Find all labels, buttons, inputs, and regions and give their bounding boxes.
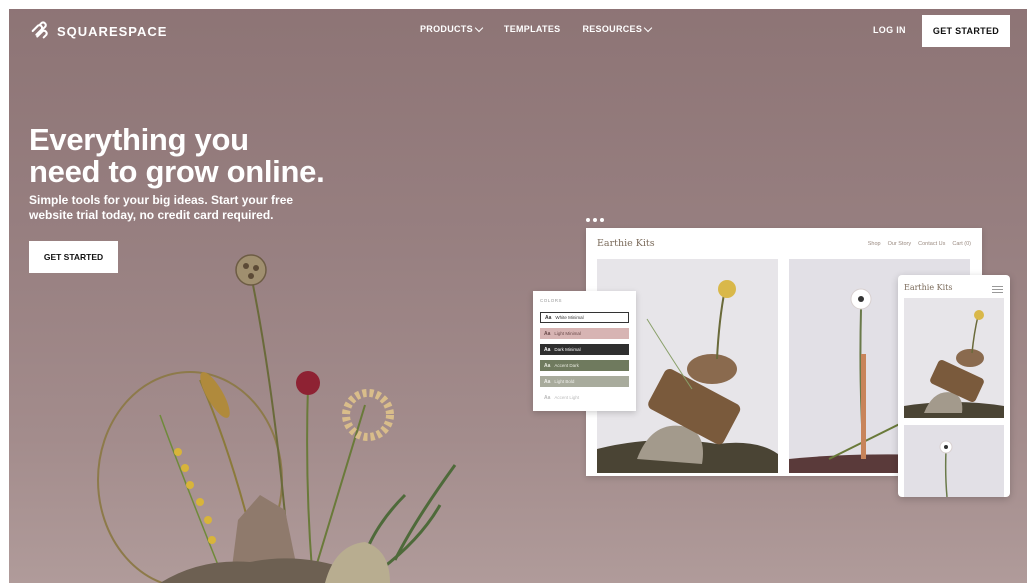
login-link[interactable]: LOG IN	[873, 25, 906, 35]
hero-title: Everything you need to grow online.	[29, 124, 359, 188]
website-preview-mobile: Earthie Kits	[898, 275, 1010, 497]
swatch-name: Light Bold	[554, 379, 575, 384]
swatch-glyph: Aa	[544, 330, 551, 337]
swatch-name: Accent Dark	[554, 363, 579, 368]
logo-text: SQUARESPACE	[57, 23, 168, 39]
color-swatch-light-bold[interactable]: Aa Light Bold	[540, 376, 629, 387]
preview-nav-cart: Cart (0)	[952, 241, 971, 247]
squarespace-logo-icon	[31, 21, 48, 39]
swatch-glyph: Aa	[544, 378, 551, 385]
nav-resources[interactable]: RESOURCES	[582, 23, 653, 34]
nav-templates-label: TEMPLATES	[503, 24, 561, 34]
mobile-product-image-2	[904, 425, 1004, 497]
swatch-name: Light Minimal	[554, 331, 581, 336]
floral-arrangement-image	[97, 254, 457, 583]
hero-subtitle-line-1: Simple tools for your big ideas. Start y…	[29, 193, 294, 207]
chevron-down-icon	[643, 23, 653, 32]
hamburger-menu-icon	[992, 286, 1003, 295]
color-swatch-light-minimal[interactable]: Aa Light Minimal	[540, 328, 629, 339]
top-nav: SQUARESPACE PRODUCTS TEMPLATES RESOURCES…	[9, 9, 1027, 53]
hero-subtitle: Simple tools for your big ideas. Start y…	[29, 193, 299, 223]
swatch-name: Dark Minimal	[554, 347, 581, 352]
nav-get-started-button[interactable]: GET STARTED	[922, 15, 1010, 47]
color-swatch-dark-minimal[interactable]: Aa Dark Minimal	[540, 344, 629, 355]
mobile-site-title: Earthie Kits	[904, 283, 953, 292]
nav-templates[interactable]: TEMPLATES	[504, 24, 561, 34]
color-swatch-white-minimal[interactable]: Aa White Minimal	[540, 312, 629, 323]
nav-products-label: PRODUCTS	[420, 24, 473, 34]
colors-panel-label: COLORS	[540, 298, 563, 303]
page-left-border	[0, 0, 9, 583]
chevron-down-icon	[474, 23, 484, 32]
hero-subtitle-line-2: website trial today, no credit card requ…	[29, 208, 274, 222]
swatch-name: Accent Light	[554, 395, 580, 400]
swatch-name: White Minimal	[555, 315, 584, 320]
swatch-glyph: Aa	[544, 394, 551, 401]
squarespace-logo[interactable]: SQUARESPACE	[29, 20, 167, 42]
colors-panel: COLORS Aa White Minimal Aa Light Minimal…	[533, 291, 636, 411]
color-swatch-accent-dark[interactable]: Aa Accent Dark	[540, 360, 629, 371]
nav-resources-label: RESOURCES	[582, 24, 643, 34]
color-swatch-accent-light[interactable]: Aa Accent Light	[540, 392, 629, 403]
browser-dots	[586, 218, 604, 222]
page-top-border	[0, 0, 1027, 9]
preview-nav-shop: Shop	[867, 241, 881, 247]
swatch-glyph: Aa	[545, 314, 552, 321]
mobile-product-image-1	[904, 298, 1004, 418]
hero-title-line-2: need to grow online.	[29, 154, 325, 189]
preview-nav-our-story: Our Story	[887, 241, 912, 247]
swatch-glyph: Aa	[544, 346, 551, 353]
nav-products[interactable]: PRODUCTS	[420, 23, 484, 34]
preview-site-title: Earthie Kits	[597, 238, 655, 249]
main-menu: PRODUCTS TEMPLATES RESOURCES	[420, 23, 653, 34]
preview-site-nav: Shop Our Story Contact Us Cart (0)	[868, 241, 971, 247]
swatch-glyph: Aa	[544, 362, 551, 369]
hero-title-line-1: Everything you	[29, 122, 249, 157]
preview-nav-contact-us: Contact Us	[918, 241, 946, 247]
